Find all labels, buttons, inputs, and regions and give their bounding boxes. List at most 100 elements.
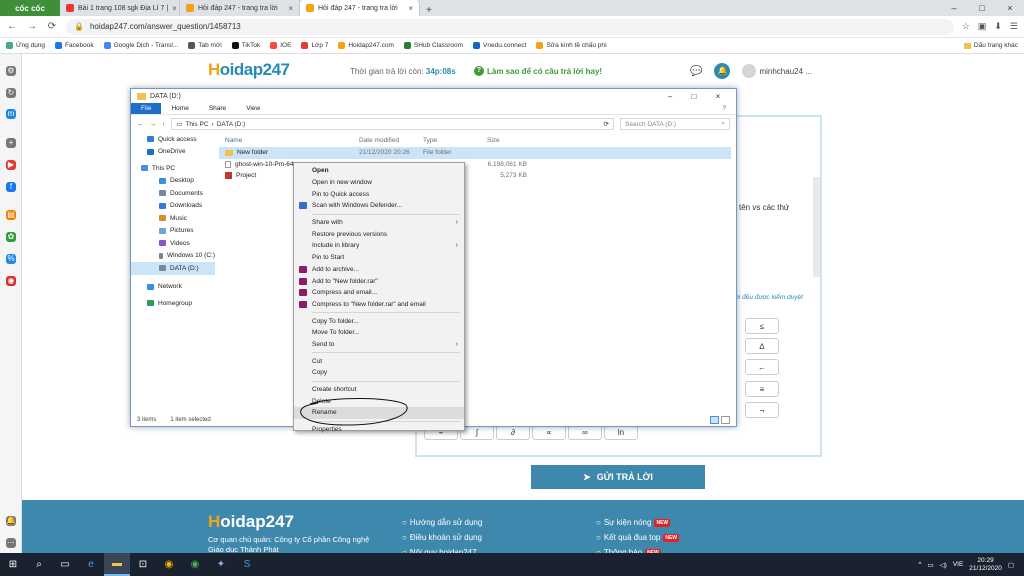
nav-item[interactable]: Homegroup: [131, 297, 215, 310]
close-icon[interactable]: ×: [288, 4, 293, 13]
close-window-icon[interactable]: ×: [706, 92, 730, 101]
edge-icon[interactable]: e: [78, 553, 104, 576]
nav-item[interactable]: Desktop: [131, 175, 215, 188]
app-icon[interactable]: ◉: [6, 276, 16, 286]
bookmark-item[interactable]: Sửa kính tề chấu phí: [536, 42, 607, 49]
nav-item[interactable]: Documents: [131, 187, 215, 200]
bookmark-item[interactable]: SHub Classroom: [403, 42, 463, 49]
history-icon[interactable]: ↻: [6, 88, 16, 98]
skype-icon[interactable]: S: [234, 553, 260, 576]
context-menu-item[interactable]: Create shortcut: [294, 384, 464, 396]
context-menu-item[interactable]: Compress and email...: [294, 287, 464, 299]
maximize-icon[interactable]: □: [682, 92, 706, 101]
breadcrumb[interactable]: ▭ This PC › DATA (D:) ⟳: [171, 118, 614, 130]
ribbon-tab-file[interactable]: File: [131, 103, 162, 114]
context-menu-item[interactable]: Copy To folder...: [294, 315, 464, 327]
keyboard-key[interactable]: ∆: [745, 338, 779, 354]
bookmark-item[interactable]: Hoidap247.com: [338, 42, 394, 49]
game-icon[interactable]: ✿: [6, 232, 16, 242]
app-icon[interactable]: ✦: [208, 553, 234, 576]
facebook-icon[interactable]: f: [6, 182, 16, 192]
breadcrumb-item[interactable]: DATA (D:): [217, 121, 246, 128]
network-icon[interactable]: ▭: [927, 561, 933, 569]
settings-icon[interactable]: ⚙: [6, 66, 16, 76]
bookmark-item[interactable]: Ứng dụng: [6, 42, 45, 49]
user-menu[interactable]: minhchau24 ...: [742, 64, 812, 78]
column-type[interactable]: Type: [423, 137, 487, 144]
nav-item[interactable]: This PC: [131, 162, 215, 175]
minimize-icon[interactable]: –: [940, 0, 968, 16]
chevron-up-icon[interactable]: ^: [918, 561, 921, 568]
bookmark-item[interactable]: Vnedu.connect: [473, 42, 526, 49]
close-icon[interactable]: ×: [172, 4, 177, 13]
context-menu-item[interactable]: Cut: [294, 355, 464, 367]
context-menu-item[interactable]: Send to ›: [294, 339, 464, 351]
add-icon[interactable]: +: [6, 138, 16, 148]
footer-link[interactable]: ○ Điều khoản sử dụng: [402, 533, 482, 542]
context-menu-item[interactable]: Pin to Start: [294, 252, 464, 264]
language-indicator[interactable]: VIE: [953, 561, 963, 568]
nav-item[interactable]: Quick access: [131, 133, 215, 146]
address-bar[interactable]: 🔒 hoidap247.com/answer_question/1458713: [66, 18, 954, 35]
download-icon[interactable]: ⬇: [994, 21, 1002, 32]
volume-icon[interactable]: ◁): [940, 561, 947, 569]
forward-icon[interactable]: →: [26, 21, 38, 32]
help-icon[interactable]: ?: [712, 103, 736, 114]
store-icon[interactable]: ⊡: [130, 553, 156, 576]
explorer-search-input[interactable]: Search DATA (D:) ⌕: [620, 118, 730, 130]
context-menu-item[interactable]: Move To folder...: [294, 327, 464, 339]
windows-start-icon[interactable]: ⊞: [0, 553, 26, 576]
nav-item[interactable]: Windows 10 (C:): [131, 250, 215, 263]
context-menu-item[interactable]: Pin to Quick access: [294, 188, 464, 200]
nav-item[interactable]: Music: [131, 212, 215, 225]
context-menu-item[interactable]: Copy: [294, 367, 464, 379]
extension-icon[interactable]: ▣: [978, 21, 987, 32]
keyboard-key[interactable]: ¬: [745, 402, 779, 418]
coccoc-icon[interactable]: ◉: [182, 553, 208, 576]
shop-icon[interactable]: ▤: [6, 210, 16, 220]
tab-3[interactable]: Hỏi đáp 247 - trang tra lời ×: [300, 0, 420, 16]
column-name[interactable]: Name: [219, 137, 359, 144]
nav-item[interactable]: Downloads: [131, 200, 215, 213]
column-date[interactable]: Date modified: [359, 137, 423, 144]
context-menu-item[interactable]: Restore previous versions: [294, 228, 464, 240]
task-view-icon[interactable]: ▭: [52, 553, 78, 576]
keyboard-key[interactable]: ≡: [745, 381, 779, 397]
refresh-icon[interactable]: ⟳: [604, 120, 609, 128]
tab-1[interactable]: Bài 1 trang 108 sgk Địa Lí 7 | ×: [60, 0, 180, 16]
bookmark-item[interactable]: Google Dịch - Transl...: [103, 42, 178, 49]
chrome-icon[interactable]: ◉: [156, 553, 182, 576]
back-icon[interactable]: ←: [6, 21, 18, 32]
bookmark-item[interactable]: Tab mới: [188, 42, 222, 49]
context-menu-item[interactable]: Add to archive...: [294, 264, 464, 276]
youtube-icon[interactable]: ▶: [6, 160, 16, 170]
context-menu-item[interactable]: Open in new window: [294, 177, 464, 189]
ribbon-tab-view[interactable]: View: [236, 103, 270, 114]
close-window-icon[interactable]: ×: [996, 0, 1024, 16]
bookmark-item[interactable]: Facebook: [55, 42, 94, 49]
tiles-view-icon[interactable]: [721, 416, 730, 424]
reload-icon[interactable]: ⟳: [46, 21, 58, 32]
nav-item[interactable]: OneDrive: [131, 146, 215, 159]
context-menu-item[interactable]: Compress to "New folder.rar" and email: [294, 299, 464, 311]
search-icon[interactable]: ⌕: [26, 553, 52, 576]
minimize-icon[interactable]: –: [658, 92, 682, 101]
panel-scrollbar[interactable]: [813, 177, 820, 277]
file-explorer-taskbar-icon[interactable]: ▬: [104, 553, 130, 576]
forward-icon[interactable]: →: [150, 121, 157, 128]
column-size[interactable]: Size: [487, 137, 527, 144]
menu-icon[interactable]: ☰: [1010, 21, 1018, 32]
context-menu-item[interactable]: Share with ›: [294, 217, 464, 229]
ribbon-tab-share[interactable]: Share: [199, 103, 236, 114]
bookmark-item[interactable]: TikTok: [231, 42, 260, 49]
tab-2[interactable]: Hỏi đáp 247 - trang tra lời ×: [180, 0, 300, 16]
nav-item[interactable]: Pictures: [131, 225, 215, 238]
notification-icon[interactable]: 🔔: [6, 516, 16, 526]
nav-item[interactable]: Videos: [131, 237, 215, 250]
keyboard-key[interactable]: ≤: [745, 318, 779, 334]
site-logo[interactable]: Hoidap247: [208, 60, 290, 80]
footer-link[interactable]: ○ Hướng dẫn sử dụng: [402, 518, 482, 527]
more-icon[interactable]: ⋯: [6, 538, 16, 548]
new-tab-button[interactable]: +: [420, 5, 438, 16]
submit-answer-button[interactable]: ➤ GỬI TRẢ LỜI: [531, 465, 705, 489]
